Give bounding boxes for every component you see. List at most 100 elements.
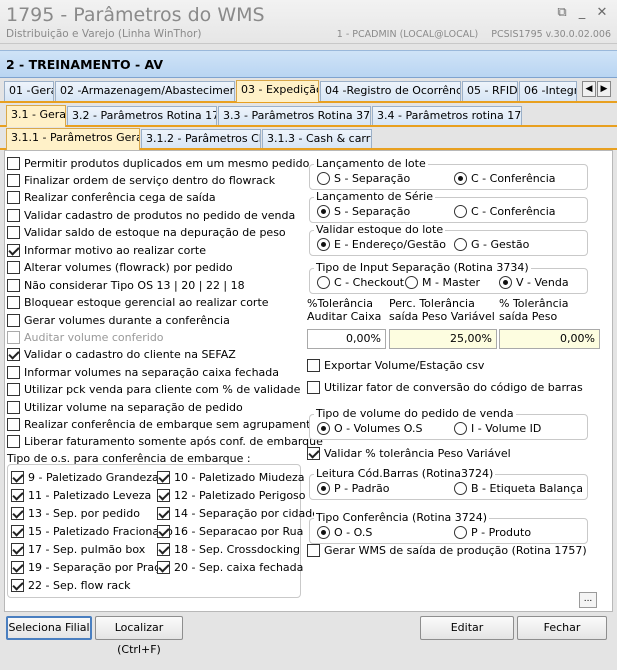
radio-serie-conferencia[interactable]: C - Conferência [454, 204, 556, 220]
checkbox-os-9[interactable]: 9 - Paletizado Grandeza [11, 470, 159, 486]
minimize-icon[interactable]: _ [574, 5, 590, 21]
tab-scroll-right-icon[interactable]: ▶ [597, 81, 611, 97]
radio-estoque-gestao[interactable]: G - Gestão [454, 237, 529, 253]
radio-input-checkout[interactable]: C - Checkout [317, 275, 404, 291]
radio-circle[interactable] [317, 172, 330, 185]
radio-estoque-endereco[interactable]: E - Endereço/Gestão [317, 237, 446, 253]
checkbox-volume-separacao[interactable]: Utilizar volume na separação de pedido [7, 400, 243, 416]
checkbox-box[interactable] [157, 561, 170, 574]
tab-registro-ocorrencia[interactable]: 04 -Registro de Ocorrência [320, 81, 461, 101]
tab-rfid[interactable]: 05 - RFID [462, 81, 518, 101]
checkbox-fator-conversao[interactable]: Utilizar fator de conversão do código de… [307, 380, 583, 396]
checkbox-box[interactable] [157, 471, 170, 484]
checkbox-os-16[interactable]: 16 - Separacao por Rua [157, 524, 303, 540]
tab-integracao[interactable]: 06 -Integra [519, 81, 577, 101]
checkbox-box[interactable] [7, 174, 20, 187]
checkbox-os-14[interactable]: 14 - Separação por cidade [157, 506, 319, 522]
checkbox-validar-cadastro-produtos[interactable]: Validar cadastro de produtos no pedido d… [7, 208, 295, 224]
checkbox-os-11[interactable]: 11 - Paletizado Leveza [11, 488, 151, 504]
checkbox-box[interactable] [11, 561, 24, 574]
radio-circle[interactable] [317, 276, 330, 289]
checkbox-box[interactable] [7, 157, 20, 170]
checkbox-box[interactable] [7, 209, 20, 222]
radio-circle[interactable] [405, 276, 418, 289]
close-icon[interactable]: ✕ [594, 5, 610, 21]
checkbox-box[interactable] [11, 525, 24, 538]
tab-3-1-geral[interactable]: 3.1 - Geral [6, 105, 66, 127]
radio-conferencia-os[interactable]: O - O.S [317, 525, 372, 541]
checkbox-produtos-duplicados[interactable]: Permitir produtos duplicados em um mesmo… [7, 156, 309, 172]
fechar-button[interactable]: Fechar [517, 616, 607, 640]
radio-conferencia-produto[interactable]: P - Produto [454, 525, 531, 541]
tab-cash-carry[interactable]: 3.1.3 - Cash & carry [262, 129, 372, 149]
radio-circle[interactable] [317, 482, 330, 495]
checkbox-box[interactable] [307, 544, 320, 557]
checkbox-box[interactable] [307, 381, 320, 394]
radio-input-master[interactable]: M - Master [405, 275, 480, 291]
radio-lote-separacao[interactable]: S - Separação [317, 171, 410, 187]
tab-armazenagem[interactable]: 02 -Armazenagem/Abastecimento [55, 81, 235, 101]
checkbox-box[interactable] [7, 418, 20, 431]
checkbox-box[interactable] [11, 489, 24, 502]
checkbox-box[interactable] [7, 435, 20, 448]
checkbox-box[interactable] [307, 447, 320, 460]
tab-geral[interactable]: 01 -Geral [4, 81, 54, 101]
tab-rotina-3721[interactable]: 3.3 - Parâmetros Rotina 3721 [218, 106, 371, 126]
checkbox-os-17[interactable]: 17 - Sep. pulmão box [11, 542, 145, 558]
checkbox-informar-motivo-corte[interactable]: Informar motivo ao realizar corte [7, 243, 206, 259]
checkbox-box[interactable] [7, 314, 20, 327]
checkbox-liberar-faturamento[interactable]: Liberar faturamento somente após conf. d… [7, 434, 323, 450]
checkbox-box[interactable] [7, 401, 20, 414]
tab-scroll-left-icon[interactable]: ◀ [582, 81, 596, 97]
tab-rotina-1764[interactable]: 3.4 - Parâmetros rotina 1764 [372, 106, 522, 126]
checkbox-box[interactable] [11, 507, 24, 520]
checkbox-informar-volumes-caixa[interactable]: Informar volumes na separação caixa fech… [7, 365, 279, 381]
checkbox-conferencia-embarque[interactable]: Realizar conferência de embarque sem agr… [7, 417, 317, 433]
checkbox-os-13[interactable]: 13 - Sep. por pedido [11, 506, 140, 522]
radio-leitura-padrao[interactable]: P - Padrão [317, 481, 389, 497]
radio-circle[interactable] [454, 205, 467, 218]
checkbox-gerar-wms-producao[interactable]: Gerar WMS de saída de produção (Rotina 1… [307, 543, 587, 559]
checkbox-box[interactable] [157, 543, 170, 556]
checkbox-box[interactable] [157, 489, 170, 502]
checkbox-alterar-volumes[interactable]: Alterar volumes (flowrack) por pedido [7, 260, 233, 276]
checkbox-os-12[interactable]: 12 - Paletizado Perigoso [157, 488, 306, 504]
radio-volume-os[interactable]: O - Volumes O.S [317, 421, 422, 437]
checkbox-box[interactable] [7, 244, 20, 257]
ellipsis-button[interactable]: ... [579, 592, 597, 608]
radio-circle[interactable] [317, 526, 330, 539]
checkbox-box[interactable] [7, 279, 20, 292]
checkbox-validar-saldo-estoque[interactable]: Validar saldo de estoque na depuração de… [7, 225, 286, 241]
checkbox-conferencia-cega[interactable]: Realizar conferência cega de saída [7, 190, 216, 206]
radio-serie-separacao[interactable]: S - Separação [317, 204, 410, 220]
radio-circle[interactable] [499, 276, 512, 289]
checkbox-box[interactable] [7, 296, 20, 309]
tolerancia-saida-peso-input[interactable]: 25,00% [389, 329, 497, 349]
checkbox-os-18[interactable]: 18 - Sep. Crossdocking [157, 542, 300, 558]
checkbox-os-15[interactable]: 15 - Paletizado Fracionado [11, 524, 173, 540]
radio-circle[interactable] [317, 205, 330, 218]
radio-circle[interactable] [454, 482, 467, 495]
checkbox-os-20[interactable]: 20 - Sep. caixa fechada [157, 560, 303, 576]
seleciona-filial-button[interactable]: Seleciona Filial [6, 616, 92, 640]
checkbox-os-22[interactable]: 22 - Sep. flow rack [11, 578, 131, 594]
tab-expedicao[interactable]: 03 - Expedição [236, 80, 319, 102]
checkbox-os-19[interactable]: 19 - Separação por Praça [11, 560, 167, 576]
checkbox-box[interactable] [307, 359, 320, 372]
checkbox-nao-considerar-tipo-os[interactable]: Não considerar Tipo OS 13 | 20 | 22 | 18 [7, 278, 245, 294]
radio-circle[interactable] [454, 526, 467, 539]
checkbox-box[interactable] [7, 348, 20, 361]
checkbox-box[interactable] [7, 226, 20, 239]
localizar-button[interactable]: Localizar (Ctrl+F) [95, 616, 183, 656]
tolerancia-auditar-input[interactable]: 0,00% [307, 329, 386, 349]
tab-parametros-clp[interactable]: 3.1.2 - Parâmetros CLP [141, 129, 261, 149]
checkbox-box[interactable] [11, 471, 24, 484]
checkbox-box[interactable] [157, 525, 170, 538]
radio-circle[interactable] [454, 172, 467, 185]
tolerancia-saida-peso-variavel-input[interactable]: 0,00% [499, 329, 600, 349]
checkbox-validar-cliente-sefaz[interactable]: Validar o cadastro do cliente na SEFAZ [7, 347, 236, 363]
radio-lote-conferencia[interactable]: C - Conferência [454, 171, 556, 187]
restore-icon[interactable]: ⧉ [554, 5, 570, 21]
radio-volume-id[interactable]: I - Volume ID [454, 421, 541, 437]
radio-circle[interactable] [454, 422, 467, 435]
